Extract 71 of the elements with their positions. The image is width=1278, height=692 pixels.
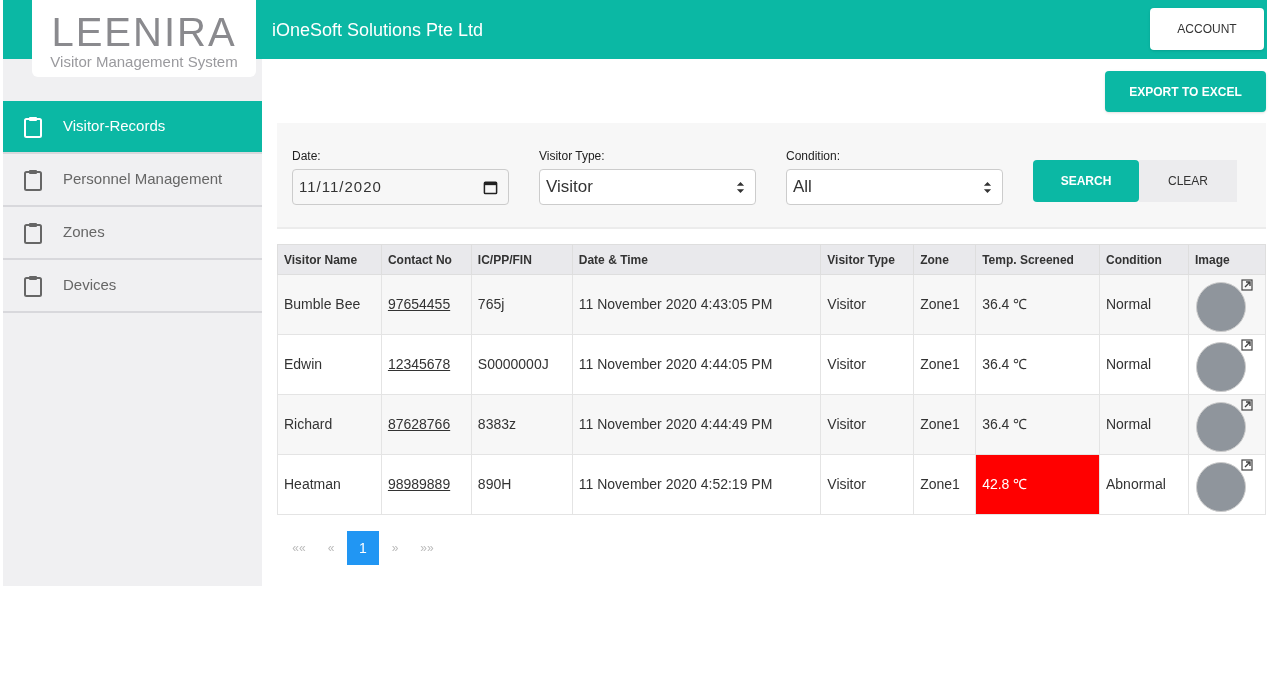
table-cell: Bumble Bee [277, 274, 382, 335]
table-cell: Normal [1099, 274, 1189, 335]
table-cell: Zone1 [913, 274, 976, 335]
sidebar-item[interactable]: Devices [3, 260, 262, 313]
table-cell: 890H [471, 454, 573, 515]
table-cell: Visitor [820, 334, 914, 395]
column-header: Temp. Screened [975, 244, 1100, 275]
sidebar-item[interactable]: Zones [3, 207, 262, 260]
sort-caret-icon [983, 180, 992, 194]
contact-link[interactable]: 12345678 [387, 356, 451, 372]
visitor-type-select[interactable]: Visitor [539, 169, 756, 205]
expand-icon[interactable] [1241, 398, 1253, 411]
expand-icon[interactable] [1241, 458, 1253, 471]
sort-caret-icon [736, 180, 745, 194]
table-cell: Zone1 [913, 334, 976, 395]
contact-link[interactable]: 97654455 [387, 296, 451, 312]
table-cell: Edwin [277, 334, 382, 395]
column-header: Image [1188, 244, 1266, 275]
condition-select[interactable]: All [786, 169, 1003, 205]
field-label: Date: [292, 148, 322, 165]
sidebar-item[interactable]: Personnel Management [3, 154, 262, 207]
table-cell: Richard [277, 394, 382, 455]
clipboard-icon [23, 221, 43, 244]
account-button[interactable]: ACCOUNT [1150, 8, 1264, 50]
table-cell: 11 November 2020 4:44:05 PM [572, 334, 821, 395]
temperature-cell: 42.8 ℃ [975, 454, 1100, 515]
avatar-placeholder [1196, 281, 1246, 332]
avatar-placeholder [1196, 401, 1246, 452]
column-header: Condition [1099, 244, 1189, 275]
table-cell: Normal [1099, 394, 1189, 455]
avatar-placeholder [1196, 341, 1246, 392]
company-name: iOneSoft Solutions Pte Ltd [272, 19, 484, 42]
table-cell: 11 November 2020 4:43:05 PM [572, 274, 821, 335]
column-header: IC/PP/FIN [471, 244, 573, 275]
table-cell: Zone1 [913, 454, 976, 515]
expand-icon[interactable] [1241, 278, 1253, 291]
table-cell: 765j [471, 274, 573, 335]
clear-button[interactable]: CLEAR [1139, 160, 1237, 202]
table-cell: 11 November 2020 4:44:49 PM [572, 394, 821, 455]
avatar-placeholder [1196, 461, 1246, 512]
table-cell: Abnormal [1099, 454, 1189, 515]
expand-icon[interactable] [1241, 338, 1253, 351]
table-cell: Visitor [820, 454, 914, 515]
column-header: Contact No [381, 244, 472, 275]
column-header: Date & Time [572, 244, 821, 275]
clipboard-icon [23, 274, 43, 297]
field-label: Condition: [786, 148, 842, 165]
table-cell: S0000000J [471, 334, 573, 395]
contact-link[interactable]: 98989889 [387, 476, 451, 492]
logo-wordmark: LEENIRA [51, 10, 237, 53]
table-cell: Heatman [277, 454, 382, 515]
temperature-cell: 36.4 ℃ [975, 334, 1100, 395]
clipboard-icon [23, 168, 43, 191]
contact-link[interactable]: 87628766 [387, 416, 451, 432]
table-cell: Visitor [820, 394, 914, 455]
table-cell: Normal [1099, 334, 1189, 395]
column-header: Zone [913, 244, 976, 275]
table-cell: Zone1 [913, 394, 976, 455]
temperature-cell: 36.4 ℃ [975, 394, 1100, 455]
calendar-icon [483, 179, 498, 195]
column-header: Visitor Type [820, 244, 914, 275]
table-cell: 8383z [471, 394, 573, 455]
date-field[interactable]: 11/11/2020 [292, 169, 509, 205]
table-cell: Visitor [820, 274, 914, 335]
table-cell: 11 November 2020 4:52:19 PM [572, 454, 821, 515]
field-label: Visitor Type: [539, 148, 606, 165]
page-button[interactable]: 1 [347, 531, 379, 565]
temperature-cell: 36.4 ℃ [975, 274, 1100, 335]
clipboard-icon [23, 115, 43, 138]
logo-tagline: Visitor Management System [50, 52, 238, 71]
column-header: Visitor Name [277, 244, 382, 275]
